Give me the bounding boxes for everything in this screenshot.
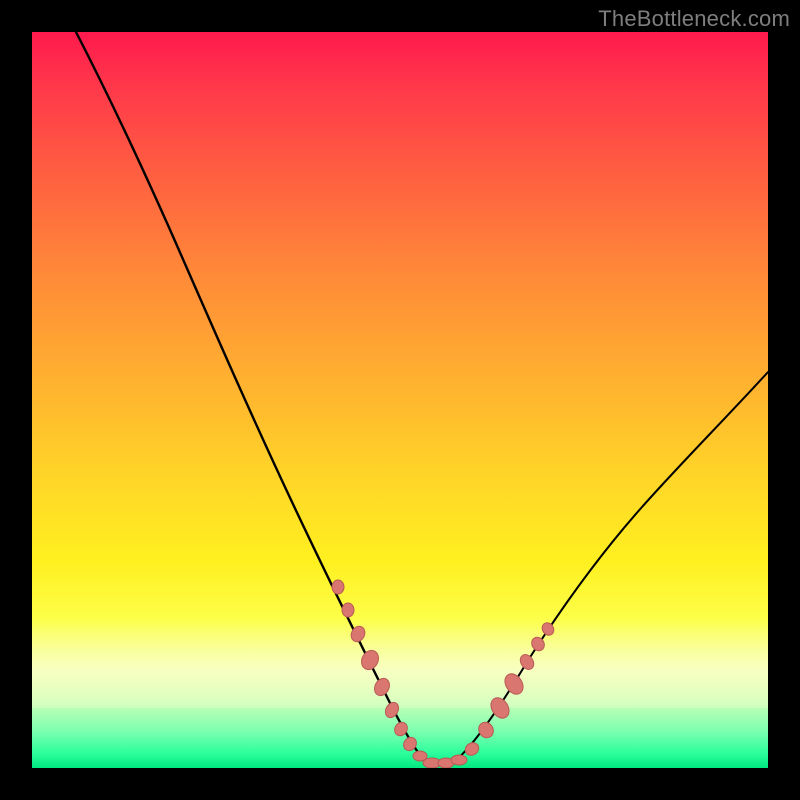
valley-marker — [463, 740, 481, 758]
valley-marker — [501, 670, 527, 697]
valley-marker — [451, 755, 467, 765]
valley-marker — [342, 603, 354, 617]
valley-marker — [518, 652, 537, 672]
plot-area — [32, 32, 768, 768]
valley-marker — [529, 635, 547, 653]
valley-marker — [476, 719, 497, 740]
valley-marker — [332, 580, 344, 594]
valley-marker-group — [332, 580, 556, 768]
curve-layer — [32, 32, 768, 768]
chart-stage: TheBottleneck.com — [0, 0, 800, 800]
valley-marker — [372, 676, 393, 698]
watermark-text: TheBottleneck.com — [598, 6, 790, 32]
valley-marker — [358, 647, 382, 672]
